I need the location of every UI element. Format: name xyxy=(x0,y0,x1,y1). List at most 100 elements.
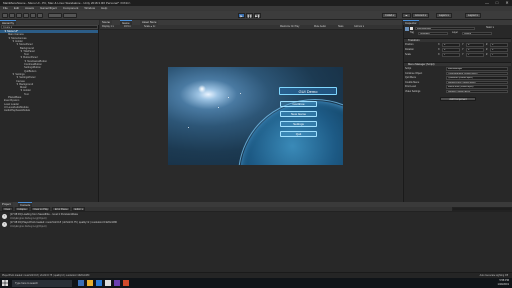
close-button[interactable]: ✕ xyxy=(504,0,510,6)
maximize-on-play-toggle[interactable]: Maximize On Play xyxy=(280,25,299,28)
menu-assets[interactable]: Assets xyxy=(25,7,34,10)
clock-date: 1/29/2019 xyxy=(497,283,509,286)
object-reference-field[interactable]: Settings (GameObject) xyxy=(446,89,508,94)
quit-button[interactable]: Quit xyxy=(280,131,317,137)
game-viewport[interactable]: GUI Demo Continue New Game Settings Quit xyxy=(168,67,343,165)
continue-button[interactable]: Continue xyxy=(280,101,317,107)
window-title: MainMenuScene - Menu UI - PC, Mac & Linu… xyxy=(3,0,131,5)
script-field-label: Script xyxy=(405,67,412,70)
transform-x-field[interactable]: 0 xyxy=(442,48,460,52)
log-entry[interactable]: ! [17:08:03] Loading from SavedFile... l… xyxy=(2,213,510,221)
pivot-toggle[interactable] xyxy=(48,13,62,18)
global-toggle[interactable] xyxy=(63,13,77,18)
system-tray[interactable]: 5:58 PM 1/29/2019 xyxy=(497,278,509,288)
file-explorer-icon[interactable] xyxy=(87,280,93,286)
rotate-tool-button[interactable] xyxy=(16,13,22,18)
tag-dropdown[interactable]: Untagged xyxy=(418,31,448,35)
app-icon[interactable] xyxy=(123,280,129,286)
menu-manager-section[interactable]: Menu Manager (Script) xyxy=(404,62,511,66)
object-name-field[interactable]: MenuManager xyxy=(415,26,475,30)
console-toolbar: Clear Collapse Clear on Play Error Pause… xyxy=(0,207,512,212)
transform-x-field[interactable]: 0 xyxy=(442,43,460,47)
error-pause-toggle[interactable]: Error Pause xyxy=(52,207,71,211)
minimize-button[interactable]: — xyxy=(484,0,490,6)
axis-label: Z xyxy=(486,53,488,56)
task-view-icon[interactable] xyxy=(78,280,84,286)
play-button[interactable]: ▶ xyxy=(238,13,245,18)
status-message[interactable]: PlayerPrefs loaded: musicVol=0.8 | sfxVo… xyxy=(2,274,89,277)
visual-studio-icon[interactable] xyxy=(114,280,120,286)
menu-component[interactable]: Component xyxy=(63,7,79,10)
script-field-label: Continue Object xyxy=(405,71,423,75)
menu-file[interactable]: File xyxy=(3,7,8,10)
stats-toggle[interactable]: Stats xyxy=(338,25,343,28)
active-checkbox[interactable] xyxy=(410,27,413,30)
tab-inspector[interactable]: Inspector xyxy=(403,20,419,25)
object-reference-field[interactable]: MenuPanel (GameObject) xyxy=(446,85,508,89)
object-reference-field[interactable]: MenuManager xyxy=(446,67,508,71)
log-stack: UnityEngine.Debug:Log(Object) xyxy=(10,216,47,220)
star xyxy=(240,93,241,94)
cloud-icon[interactable]: ☁ xyxy=(402,13,411,18)
collab-dropdown[interactable]: Collab ▾ xyxy=(382,13,398,18)
step-button[interactable]: ▶❚ xyxy=(254,13,261,18)
aspect-dropdown[interactable]: 16:9 ▾ xyxy=(124,25,131,28)
layer-dropdown[interactable]: Default xyxy=(462,31,492,35)
windows-icon xyxy=(2,280,8,286)
collapse-toggle[interactable]: Collapse xyxy=(14,207,30,211)
new-game-button[interactable]: New Game xyxy=(280,111,317,117)
transform-section[interactable]: Transform xyxy=(404,38,511,42)
object-reference-field[interactable]: QuitButton (GameObject) xyxy=(446,76,508,80)
hierarchy-item[interactable]: AudioPlaySaveModule xyxy=(0,109,98,112)
rect-tool-button[interactable] xyxy=(30,13,36,18)
axis-label: Z xyxy=(486,43,488,46)
transform-y-field[interactable]: 0 xyxy=(466,48,484,52)
sun-flare xyxy=(198,85,206,93)
hierarchy-search-input[interactable]: Create ▾ xyxy=(1,25,98,29)
unity-icon[interactable] xyxy=(105,280,111,286)
static-dropdown[interactable]: Static ▾ xyxy=(486,26,494,29)
console-search-input[interactable] xyxy=(452,207,512,211)
menu-window[interactable]: Window xyxy=(84,7,95,10)
scale-slider[interactable]: Scale ● 1x xyxy=(144,25,155,28)
transform-z-field[interactable]: 0 xyxy=(490,43,508,47)
menu-edit[interactable]: Edit xyxy=(14,7,19,10)
display-dropdown[interactable]: Display 1 ▾ xyxy=(102,25,114,28)
object-reference-field[interactable]: ContinueButton (GameObject) xyxy=(446,71,508,76)
object-reference-field[interactable]: SettingsPanel (GameObject) xyxy=(446,80,508,85)
transform-label: Position xyxy=(405,43,414,46)
transform-y-field[interactable]: 0 xyxy=(466,43,484,47)
hand-tool-button[interactable] xyxy=(2,13,8,18)
game-view-toolbar: Display 1 ▾ 16:9 ▾ Scale ● 1x Maximize O… xyxy=(100,25,402,30)
scale-tool-button[interactable] xyxy=(23,13,29,18)
add-component-button[interactable]: Add Component xyxy=(440,97,476,101)
clear-button[interactable]: Clear xyxy=(2,207,13,211)
axis-label: Z xyxy=(486,48,488,51)
maximize-button[interactable]: □ xyxy=(494,0,500,6)
menu-gameobject[interactable]: GameObject xyxy=(40,7,57,10)
clear-on-play-toggle[interactable]: Clear on Play xyxy=(31,207,51,211)
transform-z-field[interactable]: 1 xyxy=(490,53,508,57)
inspector-panel xyxy=(403,20,512,202)
gizmos-dropdown[interactable]: Gizmos ▾ xyxy=(354,25,364,28)
edge-icon[interactable] xyxy=(96,280,102,286)
layout-dropdown[interactable]: Layout ▾ xyxy=(465,13,481,18)
move-tool-button[interactable] xyxy=(9,13,15,18)
settings-button[interactable]: Settings xyxy=(280,121,317,127)
transform-x-field[interactable]: 1 xyxy=(442,53,460,57)
taskbar-search-input[interactable]: Type here to search xyxy=(12,279,72,287)
axis-label: X xyxy=(438,53,440,56)
menu-help[interactable]: Help xyxy=(101,7,107,10)
editor-dropdown[interactable]: Editor ▾ xyxy=(72,207,86,211)
log-entry[interactable]: ! [17:08:03] PlayerPrefs loaded: musicVo… xyxy=(2,221,510,229)
pause-button[interactable]: ❚❚ xyxy=(246,13,253,18)
create-dropdown[interactable]: Create ▾ xyxy=(2,26,12,29)
mute-audio-toggle[interactable]: Mute Audio xyxy=(314,25,326,28)
start-button[interactable] xyxy=(0,278,10,288)
transform-y-field[interactable]: 1 xyxy=(466,53,484,57)
transform-tool-button[interactable] xyxy=(37,13,43,18)
layers-dropdown[interactable]: Layers ▾ xyxy=(436,13,452,18)
account-dropdown[interactable]: Account ▾ xyxy=(412,13,430,18)
star xyxy=(218,107,219,108)
transform-z-field[interactable]: 0 xyxy=(490,48,508,52)
